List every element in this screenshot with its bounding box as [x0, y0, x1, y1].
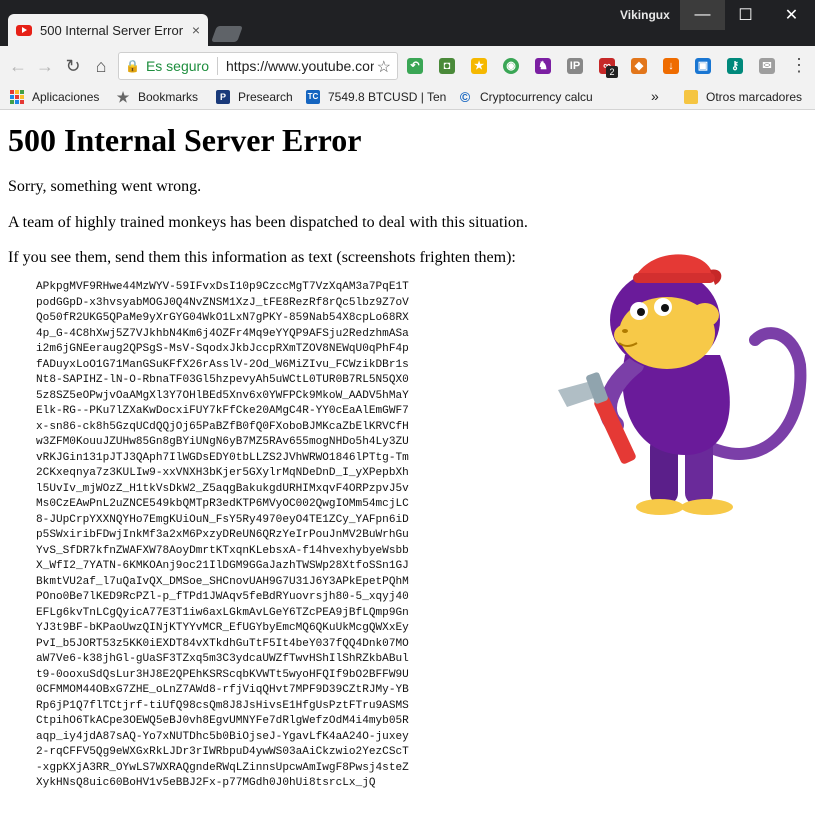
- extension-screen-icon[interactable]: ▣: [695, 58, 711, 74]
- url-text[interactable]: https://www.youtube.com: [226, 58, 382, 74]
- extension-ip-icon[interactable]: IP: [567, 58, 583, 74]
- address-bar[interactable]: 🔒 Es seguro https://www.youtube.com ☆: [118, 52, 398, 80]
- bookmark-others-label: Otros marcadores: [706, 90, 803, 104]
- error-message-line3: If you see them, send them this informat…: [8, 249, 516, 266]
- bookmark-bookmarks[interactable]: ★ Bookmarks: [116, 90, 198, 104]
- bookmark-crypto[interactable]: © Cryptocurrency calcu: [458, 90, 593, 104]
- extension-circle-icon[interactable]: ◉: [503, 58, 519, 74]
- home-icon[interactable]: ⌂: [89, 54, 113, 78]
- bookmark-bookmarks-label: Bookmarks: [138, 90, 199, 104]
- tab-active[interactable]: 500 Internal Server Error ×: [8, 14, 208, 46]
- apps-grid-icon: [10, 90, 24, 104]
- extension-star-icon[interactable]: ★: [471, 58, 487, 74]
- window-titlebar: 500 Internal Server Error × Vikingux — ☐…: [0, 0, 815, 46]
- bookmark-presearch-label: Presearch: [238, 90, 293, 104]
- browser-toolbar: ← → ↻ ⌂ 🔒 Es seguro https://www.youtube.…: [0, 46, 815, 86]
- reload-icon[interactable]: ↻: [61, 54, 85, 78]
- new-tab-button[interactable]: [211, 26, 243, 42]
- bookmark-presearch[interactable]: P Presearch: [216, 90, 293, 104]
- extension-green-icon[interactable]: ◘: [439, 58, 455, 74]
- back-arrow-icon[interactable]: ←: [6, 54, 30, 78]
- folder-icon: [684, 90, 698, 104]
- error-message-line2: A team of highly trained monkeys has bee…: [8, 214, 528, 231]
- extension-badge: 2: [606, 66, 618, 78]
- minimize-button[interactable]: —: [680, 0, 725, 30]
- extension-mail-icon[interactable]: ✉: [759, 58, 775, 74]
- bookmark-apps[interactable]: Aplicaciones: [10, 90, 99, 104]
- bookmark-star-icon[interactable]: ☆: [373, 57, 391, 77]
- bookmark-crypto-label: Cryptocurrency calcu: [480, 90, 593, 104]
- tc-icon: TC: [306, 90, 320, 104]
- star-icon: ★: [116, 89, 130, 105]
- bookmark-apps-label: Aplicaciones: [32, 90, 100, 104]
- extension-unicorn-icon[interactable]: ♞: [535, 58, 551, 74]
- menu-icon[interactable]: ⋮: [790, 55, 808, 76]
- extension-download-icon[interactable]: ↓: [663, 58, 679, 74]
- error-message-line1: Sorry, something went wrong.: [8, 178, 202, 195]
- presearch-icon: P: [216, 90, 230, 104]
- bookmark-btc-label: 7549.8 BTCUSD | Ten: [328, 90, 447, 104]
- close-window-button[interactable]: ✕: [769, 0, 814, 30]
- secure-label[interactable]: Es seguro: [146, 58, 209, 74]
- maximize-button[interactable]: ☐: [723, 0, 768, 30]
- youtube-favicon-icon: [16, 24, 32, 36]
- bookmark-others[interactable]: Otros marcadores: [684, 90, 802, 104]
- crypto-icon: ©: [459, 89, 471, 105]
- tab-title: 500 Internal Server Error: [40, 22, 184, 38]
- lock-icon[interactable]: 🔒: [125, 59, 140, 73]
- bookmarks-bar: Aplicaciones ★ Bookmarks P Presearch TC …: [0, 86, 815, 110]
- bookmarks-overflow[interactable]: »: [651, 88, 659, 104]
- monkey-illustration: [558, 254, 807, 515]
- extension-arrow-icon[interactable]: ↶: [407, 58, 423, 74]
- page-title: 500 Internal Server Error: [8, 122, 362, 158]
- profile-name[interactable]: Vikingux: [620, 8, 670, 22]
- tab-close-icon[interactable]: ×: [192, 22, 200, 38]
- extension-fox-icon[interactable]: ◆: [631, 58, 647, 74]
- extension-key-icon[interactable]: ⚷: [727, 58, 743, 74]
- error-code-block: APkpgMVF9RHwe44MzWYV-59IFvxDsI10p9CzccMg…: [36, 281, 409, 789]
- bookmark-btc[interactable]: TC 7549.8 BTCUSD | Ten: [306, 90, 446, 104]
- forward-arrow-icon[interactable]: →: [33, 54, 57, 78]
- omnibox-separator: [217, 57, 218, 75]
- page-content: 500 Internal Server Error Sorry, somethi…: [8, 110, 808, 789]
